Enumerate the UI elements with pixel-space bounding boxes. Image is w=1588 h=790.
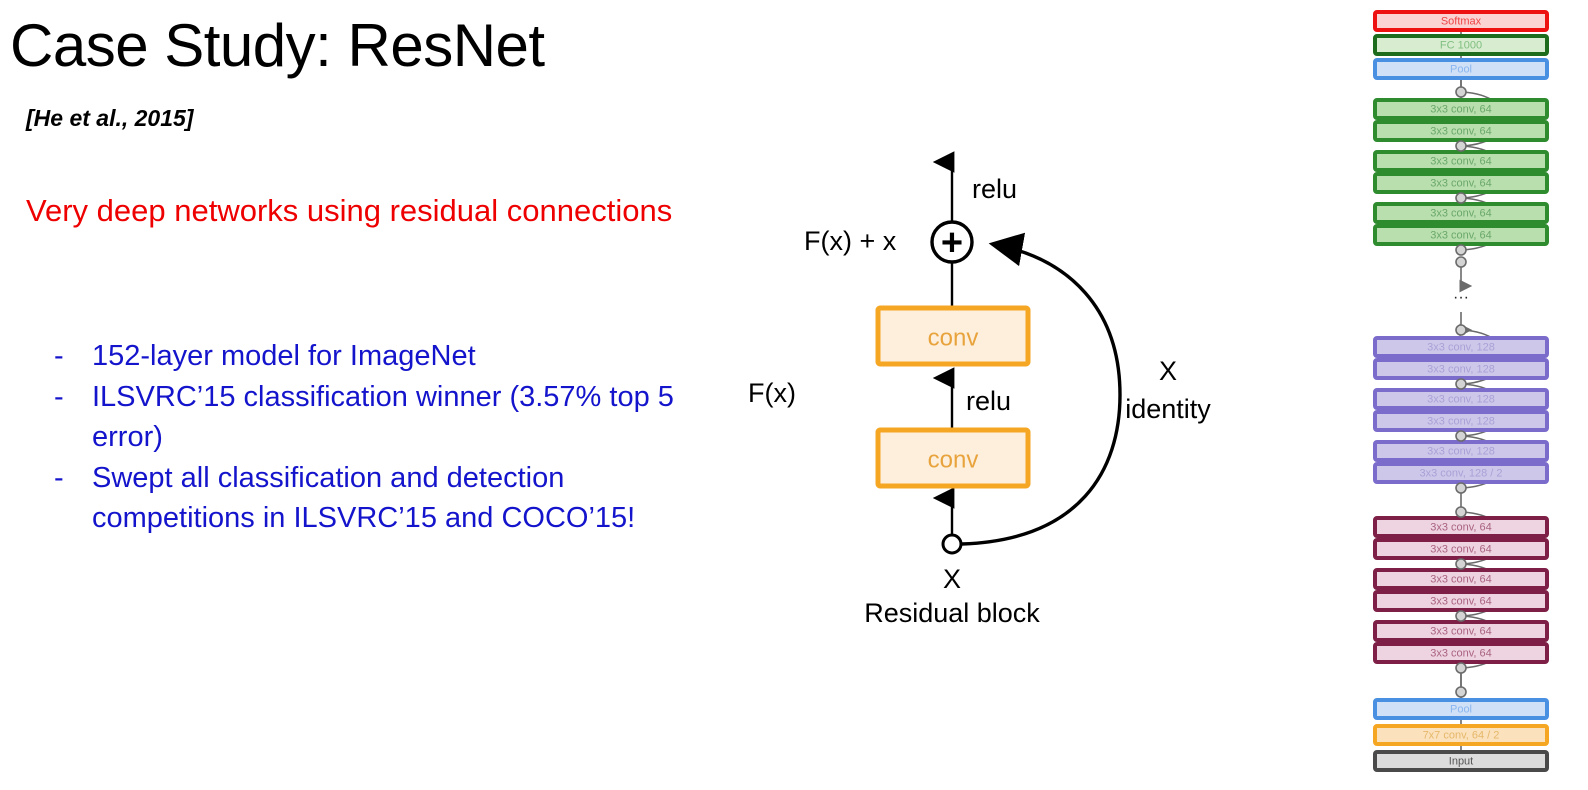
arch-layer-block: 3x3 conv, 128 / 2 xyxy=(1373,462,1549,484)
junction-node xyxy=(1455,256,1467,268)
citation-text: [He et al., 2015] xyxy=(26,105,194,131)
arch-layer-block: Softmax xyxy=(1373,10,1549,32)
headline-text: Very deep networks using residual connec… xyxy=(26,193,673,228)
arch-layer-block: 3x3 conv, 64 xyxy=(1373,590,1549,612)
junction-node xyxy=(1455,86,1467,98)
arch-layer-block: 3x3 conv, 64 xyxy=(1373,642,1549,664)
arch-layer-label: 7x7 conv, 64 / 2 xyxy=(1423,729,1500,741)
diagram-caption: Residual block xyxy=(864,598,1040,628)
junction-node xyxy=(1455,244,1467,256)
junction-node xyxy=(1455,662,1467,674)
arch-layer-label: Pool xyxy=(1450,703,1472,715)
plus-icon: + xyxy=(941,222,963,264)
arch-layer-block: Input xyxy=(1373,750,1549,772)
arch-layer-label: 3x3 conv, 64 xyxy=(1430,103,1492,115)
bullet-list: - 152-layer model for ImageNet - ILSVRC’… xyxy=(46,336,726,539)
junction-node xyxy=(1455,686,1467,698)
arch-layer-block: 3x3 conv, 64 xyxy=(1373,150,1549,172)
arch-layer-label: 3x3 conv, 64 xyxy=(1430,207,1492,219)
identity-label-word: identity xyxy=(1125,394,1211,424)
arch-layer-block: FC 1000 xyxy=(1373,34,1549,56)
ellipsis-indicator: ··· xyxy=(1453,289,1469,306)
identity-label-x: X xyxy=(1159,356,1177,386)
arch-layer-label: 3x3 conv, 128 xyxy=(1427,445,1495,457)
junction-node xyxy=(1455,506,1467,518)
mid-relu-label: relu xyxy=(966,386,1011,416)
arch-layer-label: FC 1000 xyxy=(1440,39,1482,51)
residual-block-diagram: + conv conv relu F(x) + x F(x) relu X id… xyxy=(730,140,1310,640)
conv-box-top-label: conv xyxy=(928,325,979,352)
arch-layer-block: 3x3 conv, 64 xyxy=(1373,620,1549,642)
arch-layer-block: 3x3 conv, 128 xyxy=(1373,358,1549,380)
arch-layer-block: Pool xyxy=(1373,58,1549,80)
arch-layer-block: 3x3 conv, 128 xyxy=(1373,388,1549,410)
arch-layer-block: 3x3 conv, 64 xyxy=(1373,516,1549,538)
arch-layer-label: 3x3 conv, 64 xyxy=(1430,647,1492,659)
arch-layer-block: 3x3 conv, 128 xyxy=(1373,336,1549,358)
list-item-label: 152-layer model for ImageNet xyxy=(92,340,476,372)
sum-output-label: F(x) + x xyxy=(804,226,897,256)
list-item: - 152-layer model for ImageNet xyxy=(46,336,726,376)
junction-node xyxy=(1455,324,1467,336)
output-relu-label: relu xyxy=(972,174,1017,204)
branch-function-label: F(x) xyxy=(748,378,796,408)
junction-node xyxy=(1455,430,1467,442)
bullet-marker-icon: - xyxy=(54,462,64,495)
arch-layer-label: 3x3 conv, 64 xyxy=(1430,155,1492,167)
arch-layer-block: 3x3 conv, 64 xyxy=(1373,202,1549,224)
input-label-x: X xyxy=(943,564,961,594)
arch-layer-block: 3x3 conv, 64 xyxy=(1373,224,1549,246)
junction-node xyxy=(1455,482,1467,494)
arch-layer-label: 3x3 conv, 128 / 2 xyxy=(1420,467,1503,479)
arch-layer-label: 3x3 conv, 64 xyxy=(1430,125,1492,137)
arch-layer-label: 3x3 conv, 128 xyxy=(1427,415,1495,427)
arch-layer-label: 3x3 conv, 64 xyxy=(1430,229,1492,241)
list-item-label: ILSVRC’15 classification winner (3.57% t… xyxy=(92,381,674,454)
arch-layer-label: 3x3 conv, 64 xyxy=(1430,573,1492,585)
arch-layer-label: 3x3 conv, 128 xyxy=(1427,393,1495,405)
page-title: Case Study: ResNet xyxy=(10,12,545,79)
list-item: - ILSVRC’15 classification winner (3.57%… xyxy=(46,377,726,457)
arch-layer-block: 3x3 conv, 128 xyxy=(1373,410,1549,432)
arch-layer-label: Pool xyxy=(1450,63,1472,75)
arch-layer-label: 3x3 conv, 64 xyxy=(1430,543,1492,555)
arch-layer-label: Softmax xyxy=(1441,15,1482,27)
arch-layer-label: Input xyxy=(1449,755,1473,767)
arch-layer-block: 3x3 conv, 64 xyxy=(1373,120,1549,142)
arch-layer-block: 3x3 conv, 64 xyxy=(1373,538,1549,560)
arch-layer-label: 3x3 conv, 64 xyxy=(1430,595,1492,607)
arch-layer-label: 3x3 conv, 64 xyxy=(1430,521,1492,533)
list-item-label: Swept all classification and detection c… xyxy=(92,462,636,535)
list-item: - Swept all classification and detection… xyxy=(46,458,726,538)
arch-layer-block: 3x3 conv, 64 xyxy=(1373,568,1549,590)
junction-node xyxy=(1455,558,1467,570)
arch-layer-block: 7x7 conv, 64 / 2 xyxy=(1373,724,1549,746)
input-node-dot xyxy=(941,533,963,555)
arch-layer-label: 3x3 conv, 64 xyxy=(1430,177,1492,189)
arch-layer-block: 3x3 conv, 128 xyxy=(1373,440,1549,462)
arch-layer-label: 3x3 conv, 128 xyxy=(1427,363,1495,375)
junction-node xyxy=(1455,610,1467,622)
arch-layer-label: 3x3 conv, 128 xyxy=(1427,341,1495,353)
arch-layer-label: 3x3 conv, 64 xyxy=(1430,625,1492,637)
bullet-marker-icon: - xyxy=(54,381,64,414)
arch-layer-block: 3x3 conv, 64 xyxy=(1373,98,1549,120)
junction-node xyxy=(1455,378,1467,390)
junction-node xyxy=(1455,192,1467,204)
resnet-architecture-diagram: ··· Softmax FC 1000 Pool 3x3 conv, 64 3x3 co… xyxy=(1352,0,1588,790)
arch-layer-block: Pool xyxy=(1373,698,1549,720)
junction-node xyxy=(1455,140,1467,152)
conv-box-bottom-label: conv xyxy=(928,447,979,474)
bullet-marker-icon: - xyxy=(54,340,64,372)
arch-layer-block: 3x3 conv, 64 xyxy=(1373,172,1549,194)
